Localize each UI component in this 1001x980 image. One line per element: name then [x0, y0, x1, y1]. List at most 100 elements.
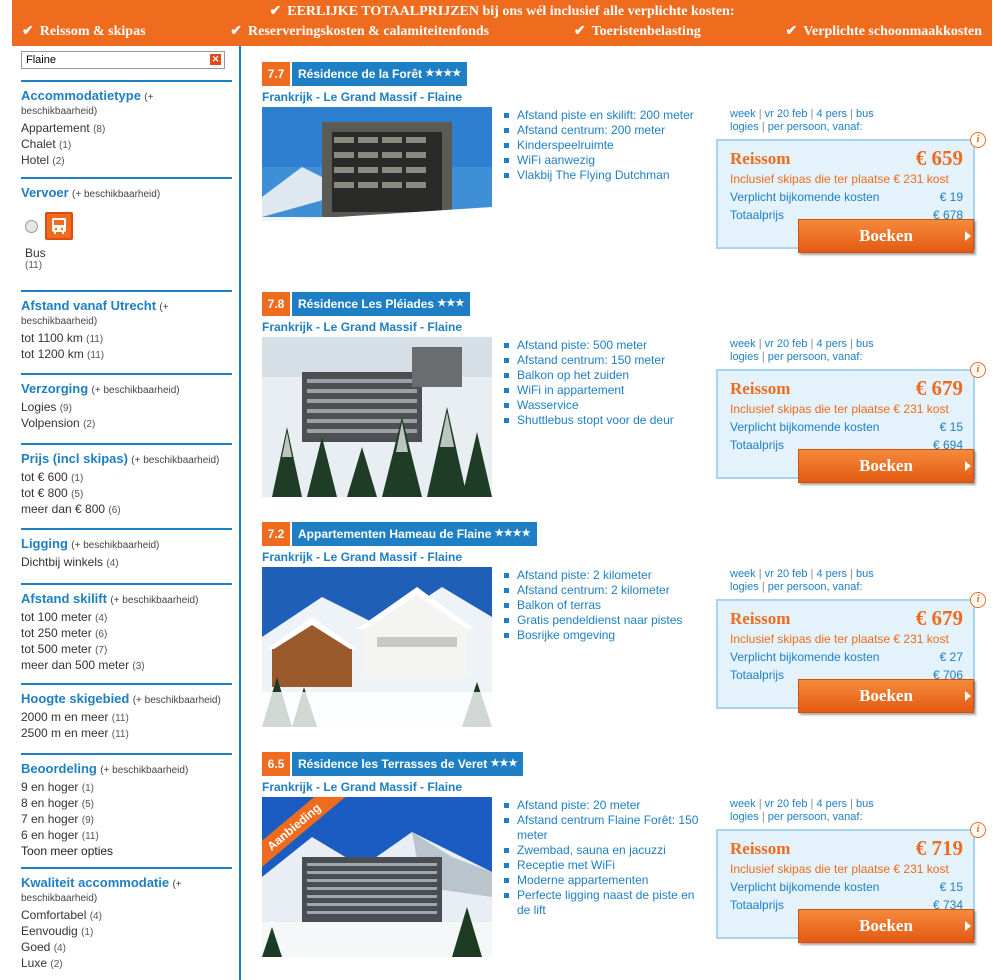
stars-icon: ★★★	[490, 758, 518, 769]
feature-item: Receptie met WiFi	[502, 858, 702, 873]
feature-item: Perfecte ligging naast de piste en de li…	[502, 888, 702, 918]
listing-title-bar[interactable]: 7.8 Résidence Les Pléiades ★★★	[262, 292, 471, 316]
info-icon[interactable]: i	[970, 362, 986, 378]
rating-badge: 7.2	[262, 522, 290, 546]
filter-title[interactable]: Afstand vanaf Utrecht	[21, 298, 156, 313]
search-input[interactable]	[21, 51, 225, 69]
filter-option[interactable]: Volpension (2)	[21, 416, 232, 432]
checkmark-icon: ✔	[269, 4, 282, 19]
close-icon[interactable]: ✕	[210, 54, 221, 65]
filter-option[interactable]: tot 100 meter (4)	[21, 610, 232, 626]
filter-option[interactable]: tot 1100 km (11)	[21, 331, 232, 347]
extra-costs-row: Verplicht bijkomende kosten € 15	[730, 420, 963, 434]
listing-photo[interactable]: Aanbieding	[262, 797, 492, 957]
listing-title-bar[interactable]: 7.2 Appartementen Hameau de Flaine ★★★★	[262, 522, 537, 546]
checkmark-icon: ✔	[22, 24, 34, 39]
show-more-options-link[interactable]: Toon meer opties	[21, 844, 232, 859]
listing-location[interactable]: Frankrijk - Le Grand Massif - Flaine	[262, 90, 462, 104]
filter-title[interactable]: Prijs (incl skipas)	[21, 451, 128, 466]
filter-prijs: Prijs (incl skipas) (+ beschikbaarheid) …	[21, 443, 232, 518]
filter-option[interactable]: Logies (9)	[21, 400, 232, 416]
filter-title[interactable]: Beoordeling	[21, 761, 97, 776]
listing-name[interactable]: Résidence les Terrasses de Veret ★★★	[292, 752, 524, 776]
filter-option[interactable]: 8 en hoger (5)	[21, 796, 232, 812]
filter-option[interactable]: tot € 600 (1)	[21, 470, 232, 486]
price-included-note: Inclusief skipas die ter plaatse € 231 k…	[730, 632, 949, 646]
listing-title-bar[interactable]: 6.5 Résidence les Terrasses de Veret ★★★	[262, 752, 524, 776]
info-icon[interactable]: i	[970, 132, 986, 148]
banner-headline: ✔ EERLIJKE TOTAALPRIJZEN bij ons wél incl…	[12, 0, 992, 20]
bus-icon[interactable]	[45, 212, 73, 240]
filter-option[interactable]: Goed (4)	[21, 940, 232, 956]
filter-option[interactable]: tot € 800 (5)	[21, 486, 232, 502]
listing-location[interactable]: Frankrijk - Le Grand Massif - Flaine	[262, 550, 462, 564]
listing-photo[interactable]	[262, 107, 492, 267]
listing-photo[interactable]	[262, 567, 492, 727]
listing-name[interactable]: Résidence de la Forêt ★★★★	[292, 62, 468, 86]
filter-hoogte: Hoogte skigebied (+ beschikbaarheid) 200…	[21, 683, 232, 742]
info-icon[interactable]: i	[970, 592, 986, 608]
filter-option[interactable]: Appartement (8)	[21, 121, 232, 137]
filter-option[interactable]: 9 en hoger (1)	[21, 780, 232, 796]
feature-list: Afstand piste: 20 meter Afstand centrum …	[502, 798, 702, 918]
checkmark-icon: ✔	[573, 24, 586, 39]
listing-name[interactable]: Résidence Les Pléiades ★★★	[292, 292, 471, 316]
info-icon[interactable]: i	[970, 822, 986, 838]
filter-option[interactable]: meer dan 500 meter (3)	[21, 658, 232, 674]
listing-name[interactable]: Appartementen Hameau de Flaine ★★★★	[292, 522, 537, 546]
filter-title[interactable]: Hoogte skigebied	[21, 691, 129, 706]
filter-title[interactable]: Verzorging	[21, 381, 88, 396]
price-value: € 679	[915, 606, 963, 630]
book-button[interactable]: Boeken	[798, 219, 974, 253]
price-included-note: Inclusief skipas die ter plaatse € 231 k…	[730, 402, 949, 416]
checkmark-icon: ✔	[785, 24, 798, 39]
price-title: Reissom	[730, 609, 791, 628]
arrow-right-icon	[965, 691, 971, 701]
filter-option[interactable]: Comfortabel (4)	[21, 908, 232, 924]
listing-location[interactable]: Frankrijk - Le Grand Massif - Flaine	[262, 320, 462, 334]
trip-meta: week | vr 20 feb | 4 pers | bus logies |…	[730, 568, 874, 593]
filter-option[interactable]: Luxe (2)	[21, 956, 232, 972]
filter-title[interactable]: Accommodatietype	[21, 88, 141, 103]
feature-item: Afstand centrum: 150 meter	[502, 353, 702, 368]
extra-costs-row: Verplicht bijkomende kosten € 15	[730, 880, 963, 894]
feature-item: Afstand piste: 20 meter	[502, 798, 702, 813]
filter-title[interactable]: Vervoer	[21, 185, 69, 200]
filter-option[interactable]: 2000 m en meer (11)	[21, 710, 232, 726]
filter-option[interactable]: tot 250 meter (6)	[21, 626, 232, 642]
filter-option[interactable]: 7 en hoger (9)	[21, 812, 232, 828]
bus-radio[interactable]	[25, 220, 38, 233]
book-button[interactable]: Boeken	[798, 909, 974, 943]
arrow-right-icon	[965, 921, 971, 931]
filter-title[interactable]: Ligging	[21, 536, 68, 551]
listing-photo[interactable]	[262, 337, 492, 497]
feature-item: Afstand centrum: 2 kilometer	[502, 583, 702, 598]
filter-afstand-utrecht: Afstand vanaf Utrecht (+ beschikbaarheid…	[21, 290, 232, 363]
book-button[interactable]: Boeken	[798, 449, 974, 483]
filter-option[interactable]: Hotel (2)	[21, 153, 232, 169]
feature-item: Wasservice	[502, 398, 702, 413]
filter-option[interactable]: Chalet (1)	[21, 137, 232, 153]
filter-option[interactable]: Dichtbij winkels (4)	[21, 555, 232, 571]
banner-item: ✔ Toeristenbelasting	[573, 24, 701, 39]
listing-location[interactable]: Frankrijk - Le Grand Massif - Flaine	[262, 780, 462, 794]
feature-item: Afstand piste en skilift: 200 meter	[502, 108, 702, 123]
trip-meta: week | vr 20 feb | 4 pers | bus logies |…	[730, 338, 874, 363]
filter-option[interactable]: Eenvoudig (1)	[21, 924, 232, 940]
feature-item: Afstand piste: 2 kilometer	[502, 568, 702, 583]
filter-title[interactable]: Afstand skilift	[21, 591, 107, 606]
filter-option[interactable]: 6 en hoger (11)	[21, 828, 232, 844]
filter-option[interactable]: 2500 m en meer (11)	[21, 726, 232, 742]
feature-item: Balkon op het zuiden	[502, 368, 702, 383]
filter-option[interactable]: tot 500 meter (7)	[21, 642, 232, 658]
filter-ligging: Ligging (+ beschikbaarheid) Dichtbij win…	[21, 528, 232, 571]
price-title: Reissom	[730, 379, 791, 398]
filter-option[interactable]: meer dan € 800 (6)	[21, 502, 232, 518]
book-button[interactable]: Boeken	[798, 679, 974, 713]
listing-title-bar[interactable]: 7.7 Résidence de la Forêt ★★★★	[262, 62, 468, 86]
filter-title[interactable]: Kwaliteit accommodatie	[21, 875, 169, 890]
feature-item: Bosrijke omgeving	[502, 628, 702, 643]
feature-item: Moderne appartementen	[502, 873, 702, 888]
feature-item: Shuttlebus stopt voor de deur	[502, 413, 702, 428]
filter-option[interactable]: tot 1200 km (11)	[21, 347, 232, 363]
